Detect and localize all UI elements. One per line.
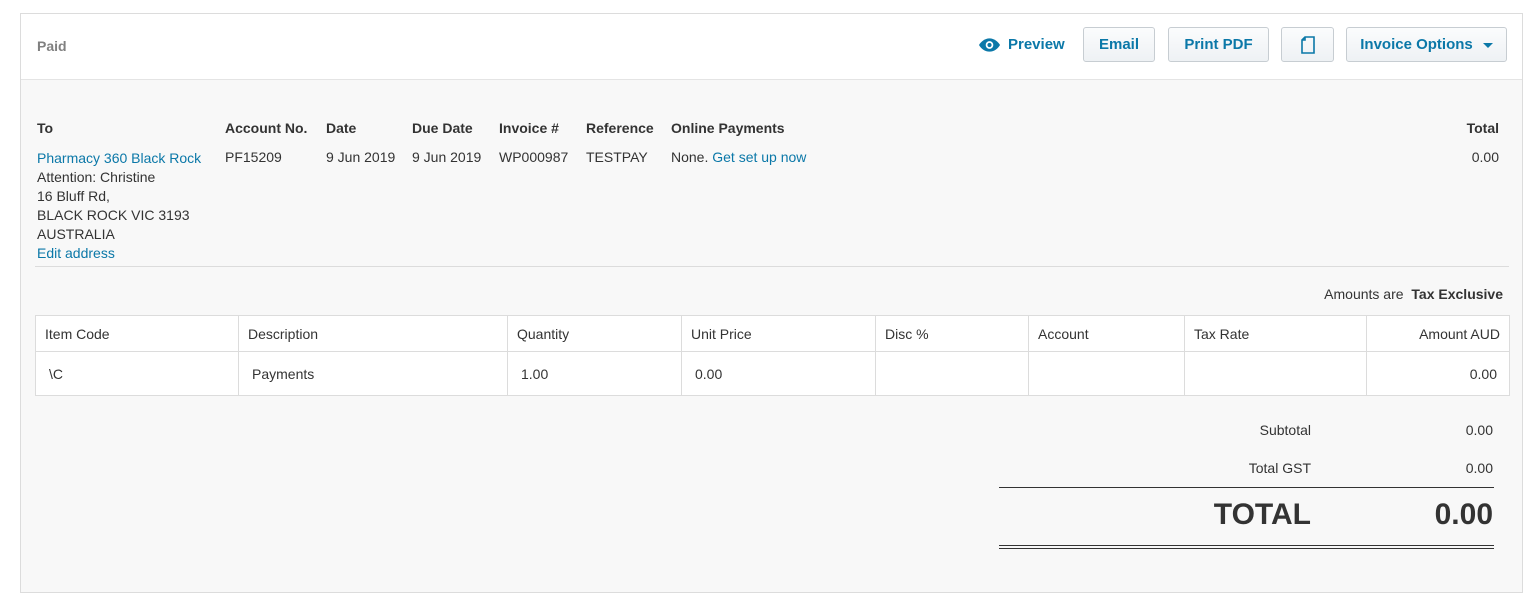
- col-account: Account: [1029, 316, 1185, 351]
- invoice-no-value: WP000987: [499, 149, 569, 165]
- grand-total-value: 0.00: [1434, 498, 1493, 531]
- invoice-options-label: Invoice Options: [1360, 36, 1473, 53]
- status-badge: Paid: [37, 38, 67, 54]
- email-button[interactable]: Email: [1083, 27, 1155, 62]
- col-quantity: Quantity: [508, 316, 682, 351]
- to-label: To: [37, 120, 54, 136]
- get-set-up-link[interactable]: Get set up now: [712, 149, 806, 165]
- total-label: Total: [1466, 120, 1499, 136]
- invoice-no-label: Invoice #: [499, 120, 559, 136]
- contact-address: Pharmacy 360 Black Rock Attention: Chris…: [37, 149, 201, 263]
- account-no-label: Account No.: [225, 120, 308, 136]
- preview-button[interactable]: Preview: [979, 36, 1065, 53]
- col-tax-rate: Tax Rate: [1185, 316, 1367, 351]
- due-date-value: 9 Jun 2019: [412, 149, 482, 165]
- tax-mode-prefix: Amounts are: [1324, 286, 1404, 302]
- address-line: 16 Bluff Rd,: [37, 188, 110, 204]
- address-line: BLACK ROCK VIC 3193: [37, 207, 190, 223]
- online-payments-status: None.: [671, 149, 709, 165]
- online-payments-value: None. Get set up now: [671, 149, 806, 165]
- print-pdf-button[interactable]: Print PDF: [1168, 27, 1269, 62]
- section-divider: [35, 266, 1509, 267]
- tax-mode-note: Amounts are Tax Exclusive: [1324, 286, 1503, 302]
- address-line: Attention: Christine: [37, 169, 156, 185]
- account-no-value: PF15209: [225, 149, 282, 165]
- cell-disc[interactable]: [876, 352, 1029, 396]
- copy-icon: [1300, 35, 1315, 54]
- table-row[interactable]: \C Payments 1.00 0.00 0.00: [36, 352, 1509, 396]
- date-label: Date: [326, 120, 357, 136]
- col-amount: Amount AUD: [1419, 325, 1500, 342]
- reference-label: Reference: [586, 120, 654, 136]
- grand-total-label: TOTAL: [1213, 498, 1311, 531]
- subtotal-value: 0.00: [1465, 422, 1493, 438]
- invoice-toolbar: Paid Preview Email Print PDF Invoice Opt…: [21, 14, 1522, 80]
- tax-mode-value[interactable]: Tax Exclusive: [1411, 286, 1503, 302]
- date-value: 9 Jun 2019: [326, 149, 396, 165]
- caret-down-icon: [1482, 43, 1493, 48]
- total-gst-label: Total GST: [1248, 460, 1311, 476]
- edit-address-link[interactable]: Edit address: [37, 244, 201, 263]
- cell-tax-rate[interactable]: [1185, 352, 1367, 396]
- address-line: AUSTRALIA: [37, 226, 115, 242]
- cell-account[interactable]: [1029, 352, 1185, 396]
- reference-value: TESTPAY: [586, 149, 648, 165]
- online-payments-label: Online Payments: [671, 120, 785, 136]
- cell-amount[interactable]: 0.00: [1367, 352, 1509, 396]
- preview-label: Preview: [1008, 36, 1065, 53]
- total-value: 0.00: [1471, 149, 1499, 165]
- cell-quantity[interactable]: 1.00: [508, 352, 682, 396]
- copy-button[interactable]: [1281, 27, 1334, 62]
- invoice-panel: Paid Preview Email Print PDF Invoice Opt…: [20, 13, 1523, 593]
- total-gst-value: 0.00: [1465, 460, 1493, 476]
- subtotal-label: Subtotal: [1259, 422, 1311, 438]
- table-header-row: Item Code Description Quantity Unit Pric…: [36, 316, 1509, 352]
- totals-rule: [999, 487, 1494, 488]
- line-items-table: Item Code Description Quantity Unit Pric…: [35, 315, 1510, 396]
- cell-description[interactable]: Payments: [239, 352, 508, 396]
- cell-item-code[interactable]: \C: [36, 352, 239, 396]
- contact-name-link[interactable]: Pharmacy 360 Black Rock: [37, 149, 201, 168]
- totals-double-rule: [999, 545, 1494, 549]
- cell-unit-price[interactable]: 0.00: [682, 352, 876, 396]
- due-date-label: Due Date: [412, 120, 473, 136]
- col-disc: Disc %: [876, 316, 1029, 351]
- eye-icon: [979, 37, 1000, 52]
- col-description: Description: [239, 316, 508, 351]
- invoice-options-dropdown[interactable]: Invoice Options: [1346, 27, 1507, 62]
- col-item-code: Item Code: [36, 316, 239, 351]
- col-unit-price: Unit Price: [682, 316, 876, 351]
